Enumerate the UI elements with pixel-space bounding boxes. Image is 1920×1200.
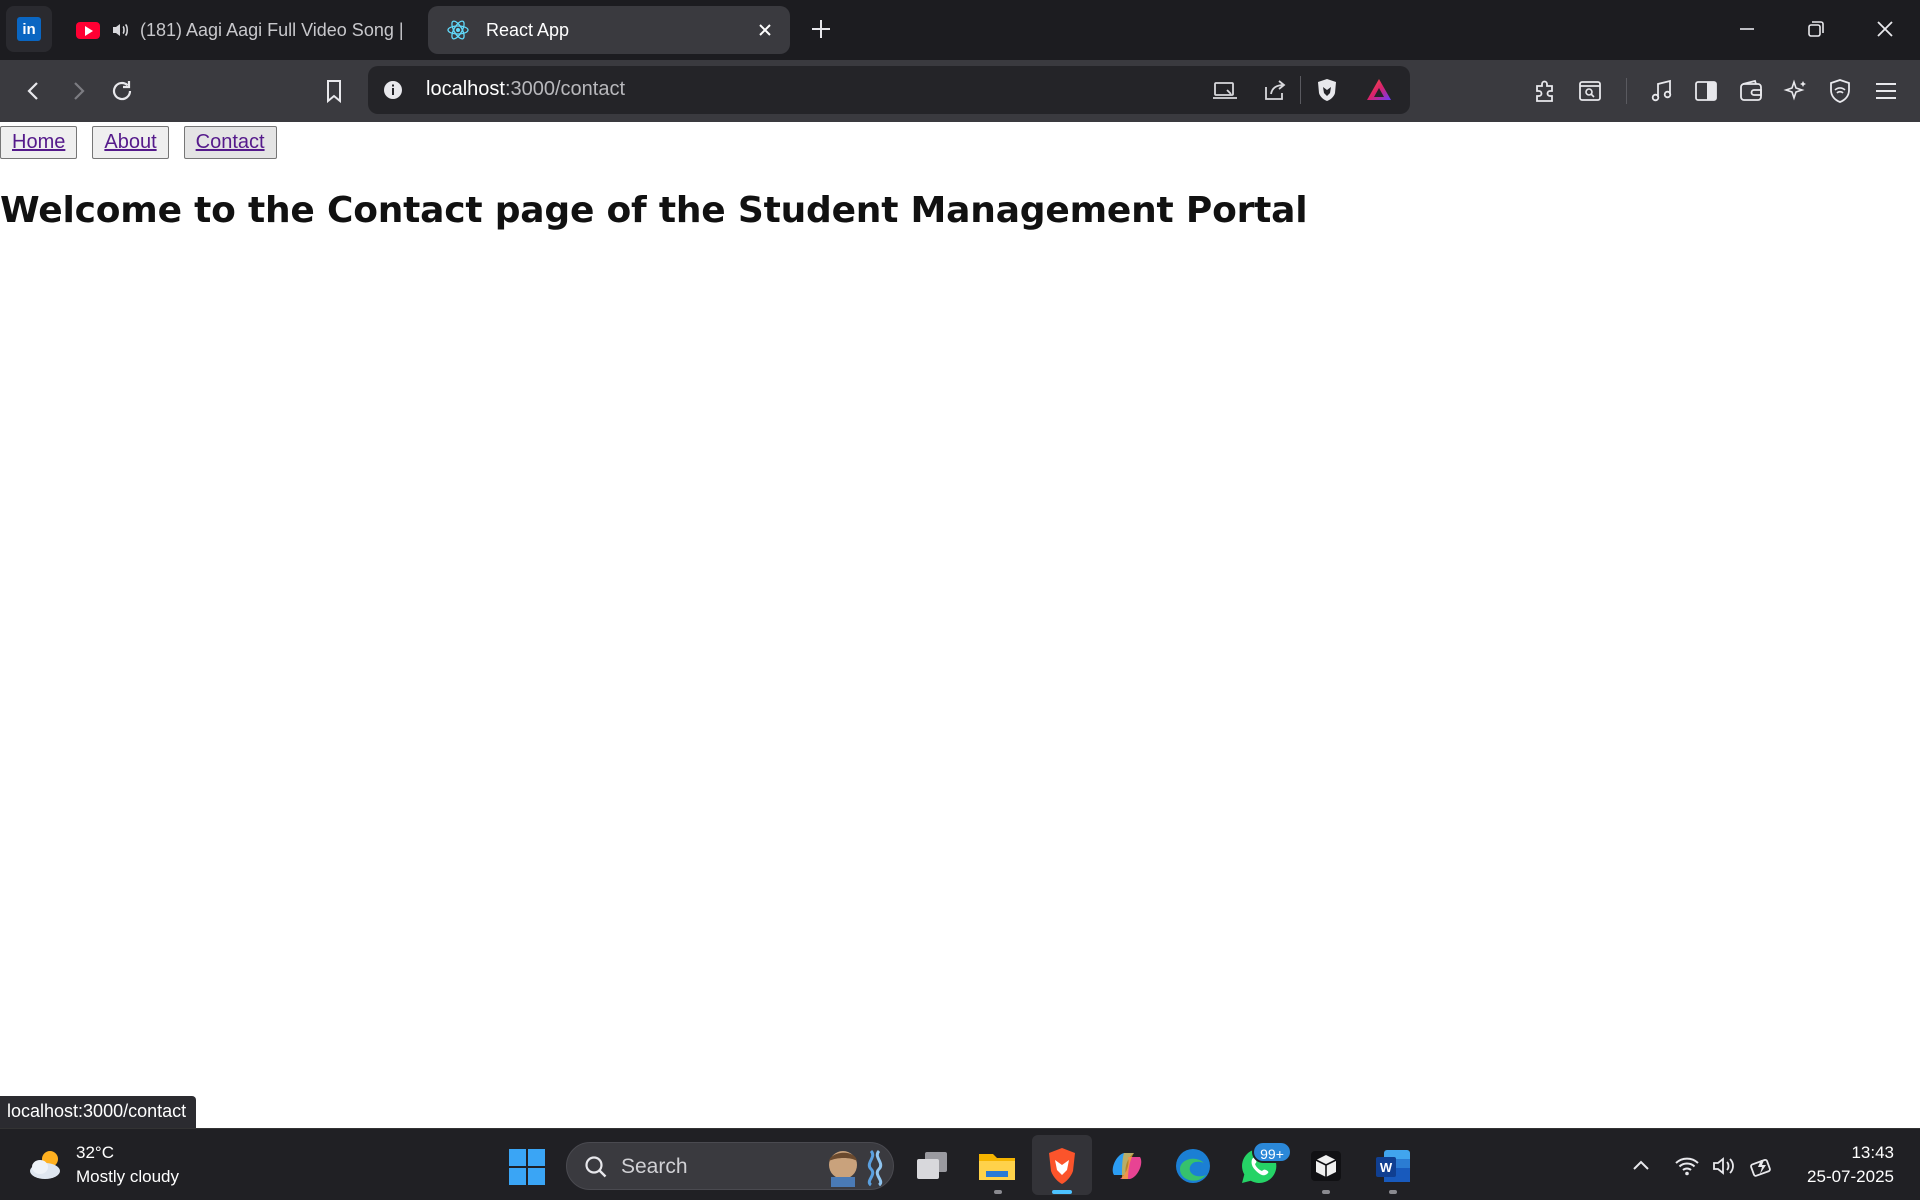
task-view-icon[interactable] bbox=[911, 1145, 953, 1187]
site-info-icon[interactable] bbox=[382, 79, 404, 101]
restore-icon[interactable] bbox=[1803, 16, 1829, 42]
brave-rewards-icon[interactable] bbox=[1366, 77, 1392, 103]
app-cube-icon[interactable] bbox=[1305, 1145, 1347, 1187]
pinned-tab-linkedin[interactable]: in bbox=[6, 6, 52, 52]
wallet-icon[interactable] bbox=[1737, 77, 1765, 105]
linkedin-icon: in bbox=[17, 17, 41, 41]
weather-temp: 32°C bbox=[76, 1143, 114, 1162]
windows-taskbar: 32°C Mostly cloudy Search 99+ W 13:43 25… bbox=[0, 1128, 1920, 1200]
url-text[interactable]: localhost:3000/contact bbox=[426, 78, 625, 101]
battery-charging-icon[interactable] bbox=[1748, 1153, 1774, 1179]
divider bbox=[1626, 78, 1627, 104]
share-icon[interactable] bbox=[1262, 77, 1288, 103]
search-icon bbox=[585, 1156, 607, 1178]
close-window-icon[interactable] bbox=[1872, 16, 1898, 42]
sidebar-icon[interactable] bbox=[1692, 77, 1720, 105]
search-highlight-illustration bbox=[829, 1149, 883, 1187]
minimize-icon[interactable] bbox=[1734, 16, 1760, 42]
notification-badge: 99+ bbox=[1252, 1141, 1292, 1163]
copilot-icon[interactable] bbox=[1106, 1145, 1148, 1187]
close-tab-icon[interactable] bbox=[754, 19, 776, 41]
nav-home-link[interactable]: Home bbox=[0, 126, 78, 159]
menu-icon[interactable] bbox=[1872, 77, 1900, 105]
clock-time: 13:43 bbox=[1851, 1143, 1894, 1162]
address-bar[interactable]: localhost:3000/contact bbox=[368, 66, 1410, 114]
cast-icon[interactable] bbox=[1212, 77, 1238, 103]
weather-condition: Mostly cloudy bbox=[76, 1167, 179, 1186]
extensions-icon[interactable] bbox=[1531, 77, 1559, 105]
leo-ai-icon[interactable] bbox=[1782, 77, 1810, 105]
file-explorer-icon[interactable] bbox=[976, 1145, 1018, 1187]
react-icon bbox=[447, 20, 469, 40]
running-indicator bbox=[1389, 1190, 1397, 1194]
browser-tab-strip: in (181) Aagi Aagi Full Video Song | Rea… bbox=[0, 0, 1920, 60]
screen: in (181) Aagi Aagi Full Video Song | Rea… bbox=[0, 0, 1920, 1200]
back-icon[interactable] bbox=[20, 77, 48, 105]
url-path: :3000/contact bbox=[504, 78, 626, 100]
divider bbox=[1300, 76, 1301, 104]
search-placeholder: Search bbox=[621, 1155, 688, 1178]
weather-widget[interactable]: 32°C Mostly cloudy bbox=[26, 1141, 179, 1189]
windows-start-icon[interactable] bbox=[508, 1148, 546, 1186]
page-content: Home About Contact Welcome to the Contac… bbox=[0, 122, 1920, 1128]
page-title: Welcome to the Contact page of the Stude… bbox=[0, 190, 1308, 231]
system-clock[interactable]: 13:43 25-07-2025 bbox=[1807, 1141, 1894, 1189]
brave-shields-icon[interactable] bbox=[1314, 77, 1340, 103]
url-host: localhost bbox=[426, 78, 505, 100]
brave-browser-icon[interactable] bbox=[1041, 1145, 1083, 1187]
speaker-icon[interactable] bbox=[110, 20, 130, 40]
volume-icon[interactable] bbox=[1711, 1153, 1737, 1179]
running-indicator bbox=[994, 1190, 1002, 1194]
wifi-icon[interactable] bbox=[1674, 1153, 1700, 1179]
svg-text:W: W bbox=[1380, 1160, 1393, 1175]
clock-date: 25-07-2025 bbox=[1807, 1167, 1894, 1186]
weather-cloud-sun-icon bbox=[30, 1151, 60, 1179]
status-bar-url: localhost:3000/contact bbox=[0, 1096, 197, 1128]
chevron-up-icon[interactable] bbox=[1628, 1153, 1654, 1179]
tab-title: React App bbox=[486, 19, 570, 40]
bookmark-icon[interactable] bbox=[320, 77, 348, 105]
active-app-indicator bbox=[1052, 1190, 1072, 1194]
nav-bar: Home About Contact bbox=[0, 126, 277, 159]
tab-react-app[interactable]: React App bbox=[428, 6, 790, 54]
youtube-icon bbox=[76, 21, 100, 39]
running-indicator bbox=[1322, 1190, 1330, 1194]
word-icon[interactable]: W bbox=[1372, 1145, 1414, 1187]
vpn-icon[interactable] bbox=[1826, 77, 1854, 105]
nav-about-link[interactable]: About bbox=[92, 126, 169, 159]
browser-toolbar: localhost:3000/contact bbox=[0, 60, 1920, 122]
new-tab-icon[interactable] bbox=[808, 16, 834, 42]
nav-contact-link[interactable]: Contact bbox=[183, 126, 277, 159]
media-playlist-icon[interactable] bbox=[1648, 77, 1676, 105]
forward-icon[interactable] bbox=[64, 77, 92, 105]
edge-icon[interactable] bbox=[1172, 1145, 1214, 1187]
reader-mode-icon[interactable] bbox=[1576, 77, 1604, 105]
reload-icon[interactable] bbox=[108, 77, 136, 105]
tab-title: (181) Aagi Aagi Full Video Song | bbox=[140, 19, 404, 40]
tab-youtube[interactable]: (181) Aagi Aagi Full Video Song | bbox=[64, 6, 404, 54]
taskbar-search[interactable]: Search bbox=[566, 1142, 894, 1190]
